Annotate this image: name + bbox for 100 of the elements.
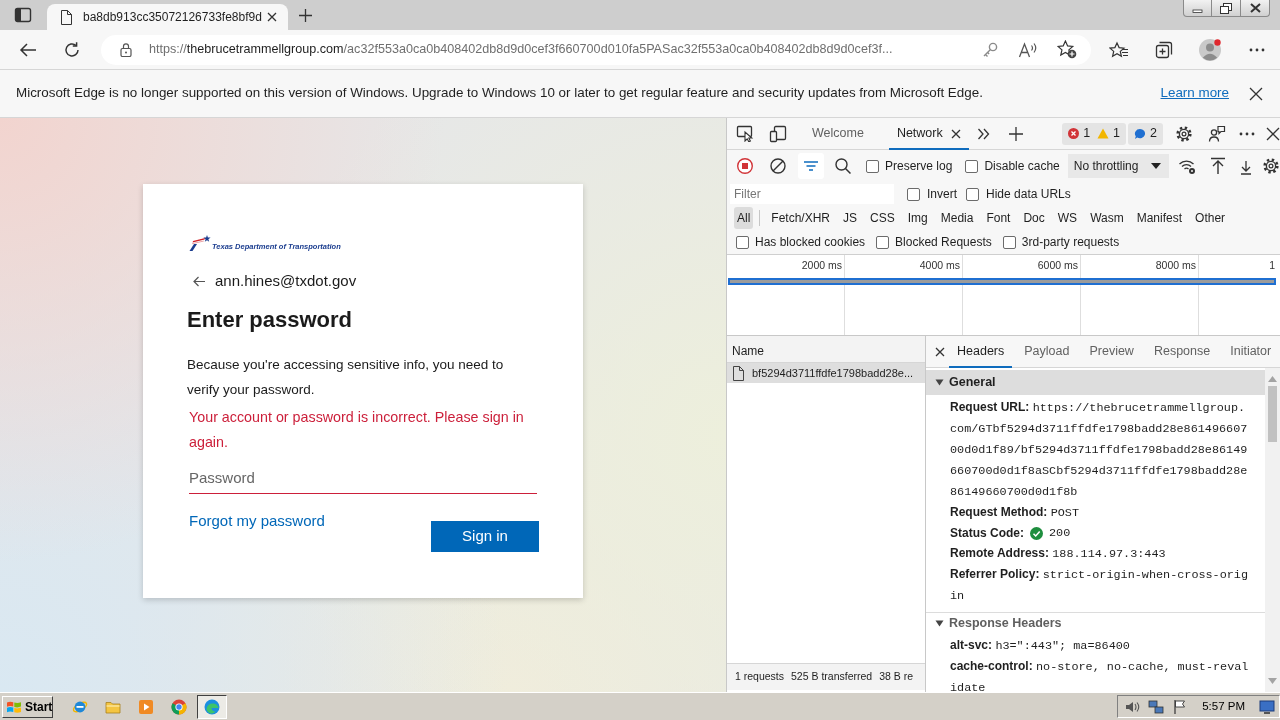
inspect-icon[interactable] bbox=[736, 125, 754, 142]
resource-type-filter[interactable]: Wasm bbox=[1087, 207, 1127, 229]
refresh-icon[interactable] bbox=[63, 40, 81, 59]
resource-type-filter[interactable]: CSS bbox=[867, 207, 898, 229]
caret-icon bbox=[1151, 163, 1161, 169]
forgot-password-link[interactable]: Forgot my password bbox=[189, 509, 325, 533]
tricolor-circle-icon bbox=[171, 698, 187, 715]
collapse-triangle-icon[interactable] bbox=[935, 618, 944, 628]
upload-icon[interactable] bbox=[1210, 157, 1226, 175]
account-email: ann.hines@txdot.gov bbox=[215, 270, 357, 291]
section-header[interactable]: General bbox=[926, 370, 1265, 395]
profile-avatar-icon[interactable] bbox=[1198, 37, 1222, 62]
vertical-tabs-icon[interactable] bbox=[14, 6, 32, 24]
resource-type-filter[interactable]: Media bbox=[937, 207, 977, 229]
lock-icon[interactable] bbox=[120, 42, 132, 57]
close-icon[interactable] bbox=[935, 346, 945, 357]
checkbox-label: Hide data URLs bbox=[986, 186, 1071, 203]
record-icon[interactable] bbox=[736, 157, 754, 175]
checkbox[interactable] bbox=[965, 159, 979, 173]
more-icon[interactable] bbox=[1249, 47, 1265, 52]
checkbox[interactable] bbox=[966, 187, 979, 201]
star-stripes-logo-icon bbox=[189, 235, 211, 251]
clear-icon[interactable] bbox=[769, 157, 787, 175]
detail-tab[interactable]: Response bbox=[1145, 335, 1219, 368]
filter-field[interactable]: Filter bbox=[730, 184, 894, 204]
resource-type-filter[interactable]: Img bbox=[904, 207, 931, 229]
collapse-triangle-icon[interactable] bbox=[935, 378, 944, 387]
resource-type-filter[interactable]: Fetch/XHR bbox=[768, 207, 834, 229]
section-header[interactable]: Response Headers bbox=[926, 612, 1265, 633]
network-conditions-icon[interactable] bbox=[1178, 157, 1196, 175]
back-arrow-icon[interactable] bbox=[19, 41, 37, 58]
close-icon[interactable] bbox=[950, 128, 961, 139]
learn-more-link[interactable]: Learn more bbox=[1160, 83, 1229, 104]
checkbox-label: Has blocked cookies bbox=[755, 234, 866, 251]
checkbox[interactable] bbox=[866, 159, 879, 173]
resource-type-filter[interactable]: All bbox=[734, 207, 754, 229]
time-tick-label: 4000 ms bbox=[919, 259, 960, 271]
close-icon[interactable] bbox=[1266, 126, 1280, 141]
collections-icon[interactable] bbox=[1155, 40, 1173, 59]
checkbox[interactable] bbox=[876, 235, 890, 249]
settings-icon[interactable] bbox=[1262, 157, 1280, 175]
feedback-icon[interactable] bbox=[1208, 124, 1226, 143]
document-icon bbox=[60, 9, 72, 25]
resource-type-filter[interactable]: WS bbox=[1054, 207, 1081, 229]
search-icon[interactable] bbox=[834, 157, 852, 175]
key-icon[interactable] bbox=[982, 41, 998, 58]
error-icon bbox=[1068, 128, 1080, 139]
warning-icon bbox=[1097, 128, 1110, 139]
detail-tab[interactable]: Headers bbox=[949, 335, 1013, 368]
network-icon[interactable] bbox=[1148, 698, 1165, 715]
close-icon[interactable] bbox=[1249, 86, 1263, 101]
notification-message: Microsoft Edge is no longer supported on this version of Windows. Upgrade to Windows 10 or later to get regular feature and security updates from Microsoft Edge. bbox=[16, 84, 983, 103]
window-close-button[interactable] bbox=[1241, 0, 1270, 17]
back-arrow-icon[interactable] bbox=[193, 275, 206, 287]
more-tabs-chevron-icon[interactable] bbox=[976, 126, 990, 141]
checkbox[interactable] bbox=[1002, 235, 1016, 249]
time-tick-label: 6000 ms bbox=[1037, 259, 1078, 271]
new-tab-plus-icon[interactable] bbox=[298, 7, 313, 23]
sign-in-button[interactable]: Sign in bbox=[431, 521, 539, 552]
time-tick-label: 2000 ms bbox=[801, 259, 842, 271]
address-bar[interactable]: https://thebrucetrammellgroup.com/ac32f553a0ca0b408402db8d9d0cef3f660700d010fa5PASac32f553a0ca0b408402db8d9d0cef3f... bbox=[101, 34, 1091, 65]
messages-button[interactable]: 2 bbox=[1128, 122, 1163, 145]
restore-button[interactable] bbox=[1212, 0, 1241, 17]
column-header: Name bbox=[732, 344, 764, 358]
resource-type-filter[interactable]: JS bbox=[840, 207, 861, 229]
monitor-icon[interactable] bbox=[1259, 698, 1275, 715]
resource-type-filter[interactable]: Doc bbox=[1020, 207, 1048, 229]
more-icon[interactable] bbox=[1239, 131, 1255, 136]
read-aloud-icon[interactable] bbox=[1018, 41, 1038, 58]
start-button[interactable]: Start bbox=[2, 695, 53, 718]
vertical-scrollbar[interactable] bbox=[1265, 368, 1280, 692]
checkbox[interactable] bbox=[736, 235, 749, 249]
checkbox[interactable] bbox=[907, 187, 920, 201]
detail-tab[interactable]: Preview bbox=[1081, 335, 1142, 368]
scrollbar-thumb[interactable] bbox=[1268, 386, 1277, 442]
file-icon bbox=[732, 365, 744, 381]
close-icon[interactable] bbox=[267, 12, 277, 22]
plus-icon[interactable] bbox=[1007, 125, 1024, 142]
panel-tab[interactable]: Welcome bbox=[804, 117, 872, 150]
minimize-button[interactable] bbox=[1183, 0, 1212, 17]
taskbar-app-button[interactable] bbox=[197, 694, 227, 719]
password-field[interactable]: Password bbox=[189, 461, 537, 494]
filter-icon[interactable] bbox=[798, 153, 824, 179]
resource-type-filter[interactable]: Manifest bbox=[1133, 207, 1186, 229]
settings-icon[interactable] bbox=[1175, 124, 1193, 143]
throttling-select[interactable]: No throttling bbox=[1067, 154, 1169, 178]
resource-type-filter[interactable]: Other bbox=[1192, 207, 1229, 229]
device-icon[interactable] bbox=[769, 124, 787, 143]
header-field: Request Method: POST bbox=[950, 502, 1252, 523]
star-plus-icon[interactable] bbox=[1057, 40, 1077, 59]
issues-button[interactable]: 1 1 bbox=[1062, 122, 1127, 145]
header-field: alt-svc: h3=":443"; ma=86400 bbox=[950, 635, 1252, 656]
four-color-flag-icon bbox=[6, 699, 22, 714]
request-row[interactable]: bf5294d3711ffdfe1798badd28e... bbox=[727, 363, 925, 383]
resource-type-filter[interactable]: Font bbox=[983, 207, 1014, 229]
browser-tab[interactable]: ba8db913cc35072126733fe8bf9d bbox=[47, 4, 288, 30]
detail-tab[interactable]: Initiator bbox=[1222, 335, 1280, 368]
header-value: 200 bbox=[1049, 525, 1071, 542]
favorites-icon[interactable] bbox=[1109, 40, 1129, 59]
detail-tab[interactable]: Payload bbox=[1016, 335, 1078, 368]
